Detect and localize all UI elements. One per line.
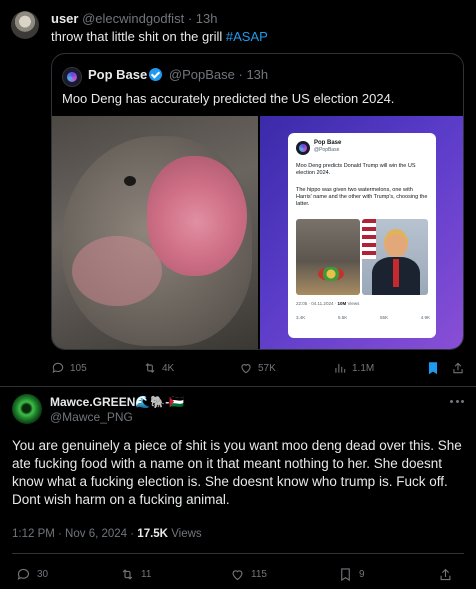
reply-icon [17, 568, 30, 580]
repost-count: 11 [141, 568, 152, 580]
share-button[interactable] [451, 359, 465, 377]
timestamp[interactable]: 13h [196, 11, 218, 26]
quoted-post[interactable]: Pop Base @PopBase · 13h Moo Deng has acc… [51, 53, 464, 350]
like-count: 115 [251, 568, 267, 580]
card-meta-date: 22:05 · 04.11.2024 · [296, 301, 337, 306]
avatar[interactable] [62, 67, 82, 87]
card-action-count: 55K [379, 315, 388, 320]
views-count: 17.5K [137, 528, 168, 540]
card-action-count: 4.9K [420, 315, 430, 320]
reply-button[interactable]: 30 [16, 566, 48, 582]
card-display-name: Pop Base [314, 140, 342, 146]
separator: · [238, 67, 243, 82]
tie-shape [393, 259, 399, 287]
avatar[interactable] [12, 394, 42, 424]
card-actions: 3.4K 5.5K 55K 4.9K [296, 315, 430, 320]
card-portrait-image [362, 219, 428, 295]
bookmark-button[interactable]: 9 [338, 566, 365, 582]
post-text: throw that little shit on the grill #ASA… [51, 29, 268, 44]
embedded-tweet-card: Pop Base @PopBase Moo Deng predicts Dona… [288, 133, 436, 338]
reply-count: 105 [70, 362, 87, 374]
handle[interactable]: @PopBase [169, 67, 235, 82]
card-action-count: 3.4K [296, 315, 306, 320]
repost-icon [145, 363, 155, 373]
divider [0, 386, 476, 387]
bookmark-icon [428, 362, 438, 375]
hashtag-link[interactable]: #ASAP [226, 29, 268, 44]
card-text: Moo Deng predicts Donald Trump will win … [296, 163, 416, 176]
card-meta: 22:05 · 04.11.2024 · 10M Views [296, 301, 359, 306]
share-button[interactable] [438, 566, 453, 582]
parent-post: user @elecwindgodfist · 13h throw that l… [0, 0, 476, 386]
views-button[interactable]: 1.1M [333, 359, 374, 377]
display-name[interactable]: Mawce.GREEN🌊🐘-🇵🇸 [50, 395, 184, 409]
reply-count: 30 [37, 568, 49, 580]
card-hippo-image [296, 219, 360, 295]
card-action-count: 5.5K [337, 315, 348, 320]
timestamp[interactable]: 13h [246, 67, 268, 82]
card-meta-views-label: Views [347, 301, 360, 306]
share-icon [453, 362, 463, 374]
reply-button[interactable]: 105 [51, 359, 87, 377]
post-actions: 105 4K 57K 1.1M [51, 359, 464, 377]
like-button[interactable]: 57K [239, 359, 276, 377]
card-handle: @PopBase [314, 147, 340, 153]
repost-icon [122, 568, 133, 580]
repost-button[interactable]: 11 [120, 566, 151, 582]
flag-shape [362, 219, 376, 259]
post-body: throw that little shit on the grill [51, 29, 223, 44]
separator: · [187, 11, 193, 26]
avatar[interactable] [11, 11, 39, 39]
repost-count: 4K [162, 362, 175, 374]
post-meta: 1:12 PM · Nov 6, 2024 · 17.5K Views [12, 528, 202, 540]
quoted-text: Moo Deng has accurately predicted the US… [62, 91, 395, 106]
post-timestamp[interactable]: 1:12 PM · Nov 6, 2024 · [12, 528, 134, 540]
handle[interactable]: @elecwindgodfist [82, 11, 184, 26]
heart-icon [241, 364, 251, 374]
quoted-header: Pop Base @PopBase · 13h [88, 67, 268, 82]
bookmark-icon [341, 567, 350, 581]
like-button[interactable]: 115 [230, 566, 267, 582]
hippo-eye-shape [124, 176, 136, 186]
share-icon [440, 568, 451, 580]
card-meta-views: 10M [337, 301, 347, 306]
card-text: The hippo was given two watermelons, one… [296, 187, 428, 207]
display-name[interactable]: user [51, 11, 78, 26]
hippo-mouth-shape [147, 156, 247, 276]
avatar [296, 141, 310, 155]
post-header: user @elecwindgodfist · 13h [51, 11, 217, 26]
bookmark-count: 9 [359, 568, 365, 580]
views-label: Views [171, 528, 202, 540]
repost-button[interactable]: 4K [143, 359, 174, 377]
hippo-cheek-shape [72, 236, 162, 306]
handle[interactable]: @Mawce_PNG [50, 410, 133, 424]
views-icon [335, 363, 346, 373]
bookmark-button[interactable] [426, 359, 440, 377]
reply-icon [52, 362, 64, 374]
hippo-photo[interactable] [52, 116, 258, 349]
verified-badge-icon [149, 68, 163, 81]
divider [12, 553, 464, 554]
more-options-icon[interactable] [450, 398, 464, 404]
heart-icon [232, 569, 243, 580]
post-actions: 30 11 115 9 [12, 566, 464, 582]
like-count: 57K [258, 362, 276, 374]
view-count: 1.1M [352, 362, 375, 374]
display-name[interactable]: Pop Base [88, 67, 147, 82]
post-body: You are genuinely a piece of shit is you… [12, 438, 462, 507]
head-shape [384, 229, 408, 257]
screenshot-image[interactable]: Pop Base @PopBase Moo Deng predicts Dona… [260, 116, 463, 349]
